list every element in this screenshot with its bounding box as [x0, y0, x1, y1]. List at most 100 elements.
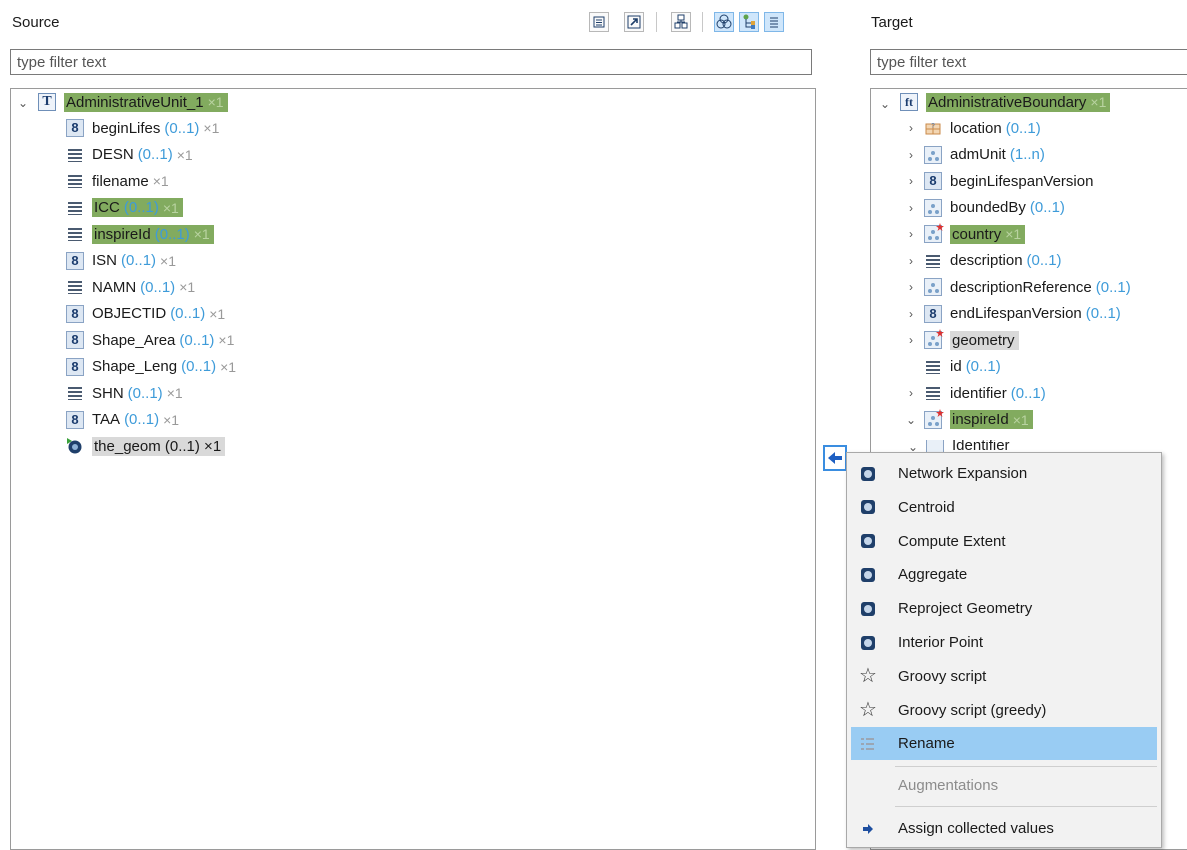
chevron-right-icon[interactable]: › [904, 174, 918, 188]
menu-item-reproject-geometry[interactable]: Reproject Geometry [851, 592, 1157, 625]
item-label-wrap: ICC (0..1) ×1 [92, 198, 183, 217]
highlight: AdministrativeBoundary ×1 [926, 92, 1111, 112]
chevron-right-icon[interactable]: › [904, 148, 918, 162]
item-label: the_geom (0..1) ×1 [94, 437, 222, 455]
circles-icon [716, 14, 732, 29]
chevron-right-icon[interactable]: › [904, 121, 918, 135]
source-tree-item[interactable]: 8 ISN (0..1) ×1 [66, 249, 176, 273]
chevron-down-icon[interactable]: ⌄ [904, 413, 918, 427]
target-tree-item[interactable]: › identifier (0..1) [904, 381, 1046, 405]
source-root-label: AdministrativeUnit_1 [66, 93, 204, 111]
item-label: ISN [92, 252, 118, 269]
source-tree-item[interactable]: SHN (0..1) ×1 [66, 381, 183, 405]
toolbar-separator [702, 12, 703, 32]
target-tree-item[interactable]: › description (0..1) [904, 249, 1062, 273]
item-label: OBJECTID [92, 305, 167, 322]
toolbar-separator [656, 12, 657, 32]
target-tree-item[interactable]: › geometry [904, 328, 1019, 352]
item-label: identifier [950, 384, 1007, 402]
menu-item-groovy-script[interactable]: ☆ Groovy script [851, 660, 1157, 693]
menu-item-icon [858, 466, 878, 481]
item-label: location [950, 119, 1002, 137]
menu-item-assign-collected-values[interactable]: Assign collected values [851, 812, 1157, 845]
cardinality: (0..1) [179, 331, 215, 349]
type-filter-button[interactable] [671, 12, 691, 32]
item-label: SHN [92, 384, 124, 402]
source-tree-item[interactable]: the_geom (0..1) ×1 [66, 434, 226, 458]
chevron-right-icon[interactable]: › [904, 227, 918, 241]
item-label: TAA [92, 411, 121, 428]
item-label-wrap: filename ×1 [92, 173, 169, 190]
source-root-node[interactable]: T AdministrativeUnit_1 ×1 [38, 90, 228, 114]
multiplicity: ×1 [176, 146, 193, 163]
target-panel-title: Target [871, 14, 913, 31]
target-tree-item[interactable]: ⌄ inspireId ×1 [904, 408, 1033, 432]
show-mapped-button[interactable] [714, 12, 734, 32]
source-tree-item[interactable]: 8 OBJECTID (0..1) ×1 [66, 302, 225, 326]
menu-item-groovy-script-greedy[interactable]: ☆ Groovy script (greedy) [851, 694, 1157, 727]
source-tree-item[interactable]: 8 beginLifes (0..1) ×1 [66, 116, 219, 140]
show-tree-button[interactable] [739, 12, 759, 32]
source-tree-item[interactable]: 8 Shape_Area (0..1) ×1 [66, 328, 234, 352]
menu-item-label: Rename [898, 735, 955, 753]
list-icon [861, 737, 874, 750]
chevron-right-icon[interactable]: › [904, 386, 918, 400]
chevron-right-icon[interactable]: › [904, 333, 918, 347]
target-tree-item[interactable]: ›? location (0..1) [904, 116, 1041, 140]
item-label-wrap: id (0..1) [950, 358, 1001, 375]
string-icon [924, 357, 942, 376]
menu-item-compute-extent[interactable]: Compute Extent [851, 525, 1157, 558]
cardinality: (0..1) [137, 146, 173, 163]
flat-list-button[interactable] [764, 12, 784, 32]
link-button[interactable] [624, 12, 644, 32]
geometry-icon [66, 437, 84, 455]
source-filter-input[interactable] [10, 49, 812, 75]
target-tree-item[interactable]: › descriptionReference (0..1) [904, 275, 1131, 299]
number-icon: 8 [924, 172, 942, 190]
assign-function-button[interactable] [823, 445, 847, 471]
source-tree-item[interactable]: ICC (0..1) ×1 [66, 196, 183, 220]
number-icon: 8 [924, 304, 942, 323]
source-tree-item[interactable]: inspireId (0..1) ×1 [66, 222, 214, 246]
chevron-down-icon[interactable]: ⌄ [16, 96, 30, 110]
item-label-wrap: beginLifespanVersion [950, 173, 1093, 190]
menu-item-rename[interactable]: Rename [851, 727, 1157, 761]
multiplicity: ×1 [1090, 94, 1107, 110]
item-label-wrap: inspireId ×1 [950, 410, 1033, 429]
target-tree-item[interactable]: › 8 beginLifespanVersion [904, 169, 1093, 193]
menu-item-network-expansion[interactable]: Network Expansion [851, 457, 1157, 490]
feature-type-icon: ft [900, 93, 918, 111]
multiplicity: ×1 [203, 120, 220, 136]
chevron-right-icon[interactable]: › [904, 254, 918, 268]
source-tree-item[interactable]: NAMN (0..1) ×1 [66, 275, 195, 299]
target-filter-input[interactable] [870, 49, 1187, 75]
menu-item-label: Network Expansion [898, 465, 1028, 482]
target-tree-item[interactable]: › country ×1 [904, 222, 1026, 246]
chevron-right-icon[interactable]: › [904, 280, 918, 294]
target-tree-item[interactable]: id (0..1) [904, 355, 1001, 379]
cardinality: (0..1) [164, 119, 200, 137]
expand-all-button[interactable] [589, 12, 609, 32]
source-tree-item[interactable]: DESN (0..1) ×1 [66, 143, 193, 167]
target-tree-item[interactable]: › admUnit (1..n) [904, 143, 1045, 167]
multiplicity: ×1 [162, 199, 179, 216]
chevron-right-icon[interactable]: › [904, 201, 918, 215]
source-tree-item[interactable]: 8 Shape_Leng (0..1) ×1 [66, 355, 236, 379]
target-tree-item[interactable]: › 8 endLifespanVersion (0..1) [904, 302, 1121, 326]
menu-item-centroid[interactable]: Centroid [851, 491, 1157, 524]
item-label-wrap: Shape_Leng (0..1) ×1 [92, 358, 236, 375]
menu-item-aggregate[interactable]: Aggregate [851, 558, 1157, 591]
menu-item-interior-point[interactable]: Interior Point [851, 626, 1157, 659]
item-label-wrap: description (0..1) [950, 252, 1062, 269]
source-tree-item[interactable]: 8 TAA (0..1) ×1 [66, 408, 179, 432]
cardinality: (0..1) [170, 305, 206, 322]
item-label: geometry [952, 331, 1015, 349]
item-label-wrap: admUnit (1..n) [950, 146, 1045, 163]
target-tree-item[interactable]: › boundedBy (0..1) [904, 196, 1065, 220]
item-label: ICC [94, 199, 120, 216]
source-tree-item[interactable]: filename ×1 [66, 169, 169, 193]
chevron-down-icon[interactable]: ⌄ [878, 97, 892, 111]
chevron-right-icon[interactable]: › [904, 307, 918, 321]
target-root-node[interactable]: ft AdministrativeBoundary ×1 [900, 90, 1111, 114]
number-icon: 8 [66, 251, 84, 270]
